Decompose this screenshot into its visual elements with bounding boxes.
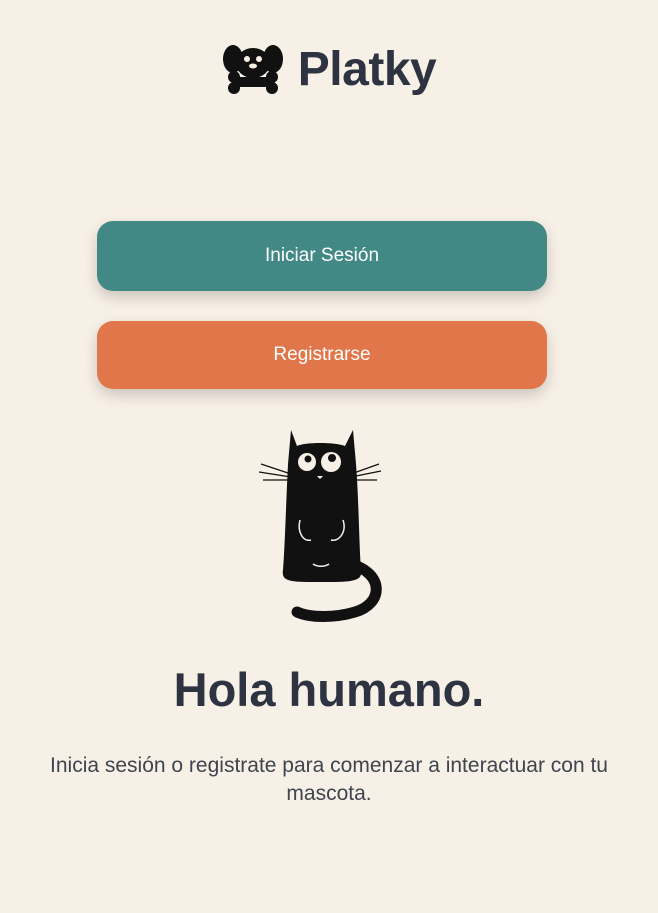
register-button[interactable]: Registrarse <box>97 321 547 389</box>
login-button[interactable]: Iniciar Sesión <box>97 221 547 291</box>
app-header: Platky <box>0 40 658 100</box>
brand-name: Platky <box>297 43 437 96</box>
welcome-title: Hola humano. <box>173 663 485 716</box>
dog-logo-icon <box>222 45 283 94</box>
cat-illustration-icon <box>258 430 382 622</box>
welcome-message: Inicia sesión o registrate para comenzar… <box>50 754 608 805</box>
